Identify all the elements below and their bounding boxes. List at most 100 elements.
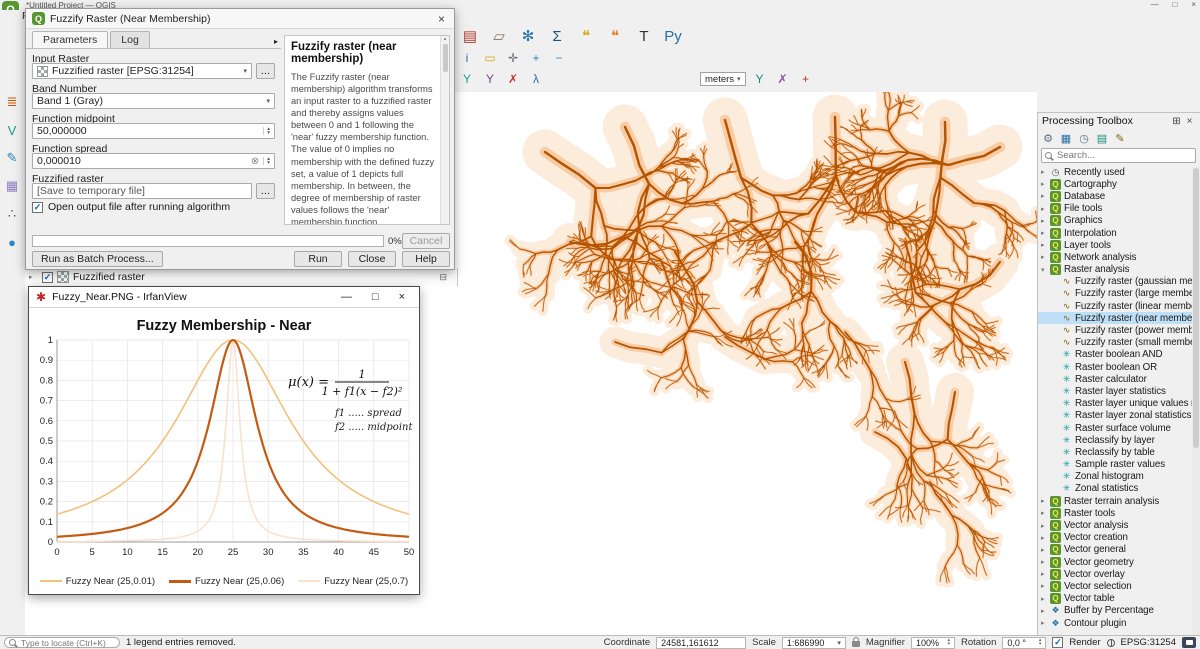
clear-value-icon[interactable]: ⊗ (251, 156, 259, 167)
toolbox-alg-fuzzify-raster-power-membership[interactable]: ∿Fuzzify raster (power membership) (1038, 324, 1192, 336)
edit-features-icon[interactable]: ✎ (1112, 131, 1128, 147)
dialog-close-icon[interactable]: × (435, 12, 448, 26)
topology-check-icon[interactable]: Y (751, 70, 769, 88)
log-messages-icon[interactable] (1182, 637, 1196, 648)
tab-parameters[interactable]: Parameters (32, 31, 108, 48)
toolbox-alg-zonal-histogram[interactable]: ✳Zonal histogram (1038, 471, 1192, 483)
locate-box[interactable] (4, 637, 120, 648)
annotation-icon[interactable]: ❝ (603, 24, 627, 48)
chevron-right-icon[interactable]: ▸ (1041, 607, 1050, 615)
delete-selected-icon[interactable]: ✗ (504, 70, 522, 88)
toolbox-group-buffer-by-percentage[interactable]: ▸❖Buffer by Percentage (1038, 605, 1192, 617)
toolbox-alg-sample-raster-values[interactable]: ✳Sample raster values (1038, 459, 1192, 471)
zoom-in-icon[interactable]: + (527, 49, 545, 67)
chevron-right-icon[interactable]: ▸ (1041, 168, 1050, 176)
chevron-right-icon[interactable]: ▸ (1041, 241, 1050, 249)
toolbox-group-layer-tools[interactable]: ▸QLayer tools (1038, 239, 1192, 251)
chevron-right-icon[interactable]: ▸ (1041, 570, 1050, 578)
chevron-right-icon[interactable]: ▸ (1041, 192, 1050, 200)
open-output-checkbox[interactable] (32, 202, 43, 213)
python-console-icon[interactable]: Py (661, 24, 685, 48)
toolbox-alg-raster-layer-zonal-statistics[interactable]: ✳Raster layer zonal statistics (1038, 410, 1192, 422)
scrollbar-thumb[interactable] (443, 44, 448, 72)
cancel-button[interactable]: Cancel (402, 233, 450, 249)
coordinate-box[interactable]: 24581,161612 (656, 637, 746, 649)
map-tips-icon[interactable]: ❝ (574, 24, 598, 48)
history-icon[interactable]: ◷ (1076, 131, 1092, 147)
toolbox-scrollbar[interactable] (1192, 166, 1200, 635)
pan-map-icon[interactable]: ✛ (504, 49, 522, 67)
toolbox-group-vector-geometry[interactable]: ▸QVector geometry (1038, 556, 1192, 568)
irfanview-titlebar[interactable]: ✱ Fuzzy_Near.PNG - IrfanView — □ × (29, 287, 419, 308)
chevron-right-icon[interactable]: ▸ (1041, 217, 1050, 225)
zoom-out-icon[interactable]: − (550, 49, 568, 67)
chevron-right-icon[interactable]: ▸ (1041, 509, 1050, 517)
toolbox-alg-fuzzify-raster-linear-membership[interactable]: ∿Fuzzify raster (linear membership) (1038, 300, 1192, 312)
trace-icon[interactable]: ✗ (774, 70, 792, 88)
layer-visibility-checkbox[interactable] (42, 272, 53, 283)
crs-value[interactable]: EPSG:31254 (1121, 637, 1176, 648)
toolbox-group-raster-analysis[interactable]: ▾QRaster analysis (1038, 264, 1192, 276)
toolbox-alg-raster-surface-volume[interactable]: ✳Raster surface volume (1038, 422, 1192, 434)
toolbox-group-graphics[interactable]: ▸QGraphics (1038, 215, 1192, 227)
close-panel-icon[interactable]: × (1183, 116, 1196, 127)
batch-process-button[interactable]: Run as Batch Process... (32, 251, 163, 267)
chevron-right-icon[interactable]: ▸ (1041, 619, 1050, 627)
rotation-spinbox[interactable]: 0,0 ° ▴▾ (1002, 637, 1046, 649)
edit-vector-icon[interactable]: ✎ (2, 148, 22, 168)
toolbox-group-raster-terrain-analysis[interactable]: ▸QRaster terrain analysis (1038, 495, 1192, 507)
locate-input[interactable] (19, 637, 115, 649)
chevron-right-icon[interactable]: ▸ (1041, 582, 1050, 590)
magnifier-spinbox[interactable]: 100% ▴▾ (911, 637, 955, 649)
chevron-right-icon[interactable]: ▸ (1041, 534, 1050, 542)
chevron-right-icon[interactable]: ▸ (1041, 180, 1050, 188)
layer-name[interactable]: Fuzzified raster (73, 271, 145, 283)
spin-arrows-icon[interactable]: ▴▾ (947, 639, 950, 646)
vertex-all-layers-icon[interactable]: Y (481, 70, 499, 88)
toolbox-group-vector-overlay[interactable]: ▸QVector overlay (1038, 568, 1192, 580)
function-midpoint-spinbox[interactable]: 50,000000 ▴▾ (32, 123, 275, 139)
units-combo[interactable]: meters ▾ (700, 72, 746, 86)
output-raster-field[interactable]: [Save to temporary file] (32, 183, 252, 199)
toolbox-alg-raster-calculator[interactable]: ✳Raster calculator (1038, 373, 1192, 385)
chevron-right-icon[interactable]: ▸ (1041, 546, 1050, 554)
toolbox-alg-raster-boolean-and[interactable]: ✳Raster boolean AND (1038, 349, 1192, 361)
toolbox-group-cartography[interactable]: ▸QCartography (1038, 178, 1192, 190)
toolbox-alg-zonal-statistics[interactable]: ✳Zonal statistics (1038, 483, 1192, 495)
data-source-manager-icon[interactable]: ≣ (2, 92, 22, 112)
toolbox-alg-raster-layer-statistics[interactable]: ✳Raster layer statistics (1038, 385, 1192, 397)
toolbox-alg-fuzzify-raster-small-membership[interactable]: ∿Fuzzify raster (small membership) (1038, 337, 1192, 349)
maximize-icon[interactable]: □ (365, 291, 386, 303)
chevron-right-icon[interactable]: ▸ (1041, 205, 1050, 213)
add-raster-layer-icon[interactable]: ▦ (2, 176, 22, 196)
toolbox-alg-fuzzify-raster-near-membership[interactable]: ∿Fuzzify raster (near membership) (1038, 312, 1192, 324)
minimize-icon[interactable]: — (334, 291, 359, 303)
toolbox-group-recently-used[interactable]: ▸◷Recently used (1038, 166, 1192, 178)
tab-log[interactable]: Log (110, 31, 150, 48)
band-number-combo[interactable]: Band 1 (Gray) ▾ (32, 93, 275, 109)
input-raster-combo[interactable]: Fuzzified raster [EPSG:31254] ▾ (32, 63, 252, 79)
toolbox-alg-reclassify-by-layer[interactable]: ✳Reclassify by layer (1038, 434, 1192, 446)
lambda-expression-icon[interactable]: λ (527, 70, 545, 88)
toolbox-search[interactable] (1041, 148, 1196, 163)
toolbox-group-vector-selection[interactable]: ▸QVector selection (1038, 580, 1192, 592)
help-scrollbar[interactable]: ▴ (440, 36, 449, 224)
chevron-right-icon[interactable]: ▸ (1041, 522, 1050, 530)
chevron-right-icon[interactable]: ▸ (1041, 595, 1050, 603)
toolbox-alg-raster-layer-unique-values-report[interactable]: ✳Raster layer unique values report (1038, 398, 1192, 410)
toolbox-group-contour-plugin[interactable]: ▸❖Contour plugin (1038, 617, 1192, 629)
toolbox-alg-fuzzify-raster-large-membership[interactable]: ∿Fuzzify raster (large membership) (1038, 288, 1192, 300)
toolbox-group-vector-creation[interactable]: ▸QVector creation (1038, 532, 1192, 544)
toolbox-group-raster-tools[interactable]: ▸QRaster tools (1038, 507, 1192, 519)
spin-arrows-icon[interactable]: ▴▾ (263, 127, 270, 135)
dialog-titlebar[interactable]: Q Fuzzify Raster (Near Membership) × (26, 9, 454, 29)
toolbox-search-input[interactable] (1055, 149, 1192, 162)
add-vector-layer-icon[interactable]: V (2, 120, 22, 140)
scroll-up-icon[interactable]: ▴ (444, 36, 447, 42)
toolbox-group-interpolation[interactable]: ▸QInterpolation (1038, 227, 1192, 239)
chevron-right-icon[interactable]: ▸ (1041, 253, 1050, 261)
chevron-right-icon[interactable]: ▸ (1041, 558, 1050, 566)
chevron-down-icon[interactable]: ▾ (1041, 266, 1050, 274)
toolbox-options-icon[interactable]: ⚙ (1040, 131, 1056, 147)
spin-arrows-icon[interactable]: ▴▾ (1039, 639, 1042, 646)
